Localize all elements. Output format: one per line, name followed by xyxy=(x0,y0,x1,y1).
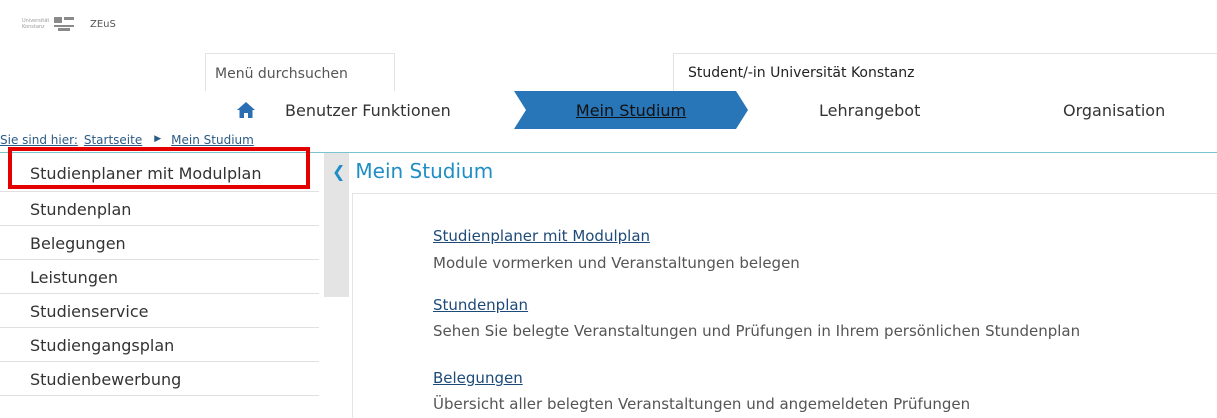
sidebar-item-belegungen[interactable]: Belegungen xyxy=(0,226,319,260)
nav-item-benutzer-funktionen[interactable]: Benutzer Funktionen xyxy=(285,101,451,120)
breadcrumb-link-mein-studium[interactable]: Mein Studium xyxy=(171,133,254,147)
chevron-left-icon[interactable]: ❮ xyxy=(332,162,345,181)
chevron-right-icon: ▶ xyxy=(154,134,162,144)
sidebar-item-stundenplan[interactable]: Stundenplan xyxy=(0,192,319,226)
breadcrumb-prefix: Sie sind hier: xyxy=(0,133,78,147)
breadcrumb: Sie sind hier: Startseite ▶ Mein Studium xyxy=(0,133,254,147)
app-name: ZEuS xyxy=(90,18,116,30)
nav-item-lehrangebot[interactable]: Lehrangebot xyxy=(819,101,920,120)
main-nav: Benutzer Funktionen Mein Studium Lehrang… xyxy=(205,91,1217,129)
university-logo[interactable]: Universität Konstanz ZEuS xyxy=(22,17,116,31)
entry-link-belegungen[interactable]: Belegungen xyxy=(433,369,523,387)
entry-link-studienplaner[interactable]: Studienplaner mit Modulplan xyxy=(433,227,650,245)
home-icon[interactable] xyxy=(236,100,256,120)
sidebar: Studienplaner mit Modulplan Stundenplan … xyxy=(0,153,319,396)
nav-item-label: Mein Studium xyxy=(575,101,687,120)
entry-link-stundenplan[interactable]: Stundenplan xyxy=(433,296,528,314)
entry-description: Module vormerken und Veranstaltungen bel… xyxy=(433,254,800,272)
menu-search-input[interactable]: Menü durchsuchen xyxy=(205,53,395,91)
page-title: ❮ Mein Studium xyxy=(332,159,493,183)
nav-item-mein-studium[interactable]: Mein Studium xyxy=(514,91,748,129)
logo-mark-icon xyxy=(54,17,74,31)
sidebar-item-studiengangsplan[interactable]: Studiengangsplan xyxy=(0,328,319,362)
page-title-text: Mein Studium xyxy=(355,159,494,183)
entry-description: Sehen Sie belegte Veranstaltungen und Pr… xyxy=(433,322,1081,340)
sidebar-item-studienservice[interactable]: Studienservice xyxy=(0,294,319,328)
breadcrumb-link-startseite[interactable]: Startseite xyxy=(84,133,142,147)
nav-item-organisation[interactable]: Organisation xyxy=(1063,101,1165,120)
entry-description: Übersicht aller belegten Veranstaltungen… xyxy=(433,395,971,413)
user-role-selector[interactable]: Student/-in Universität Konstanz xyxy=(673,53,1217,91)
sidebar-item-leistungen[interactable]: Leistungen xyxy=(0,260,319,294)
highlight-box xyxy=(8,147,310,189)
logo-text: Universität Konstanz xyxy=(22,18,50,30)
sidebar-item-studienbewerbung[interactable]: Studienbewerbung xyxy=(0,362,319,396)
